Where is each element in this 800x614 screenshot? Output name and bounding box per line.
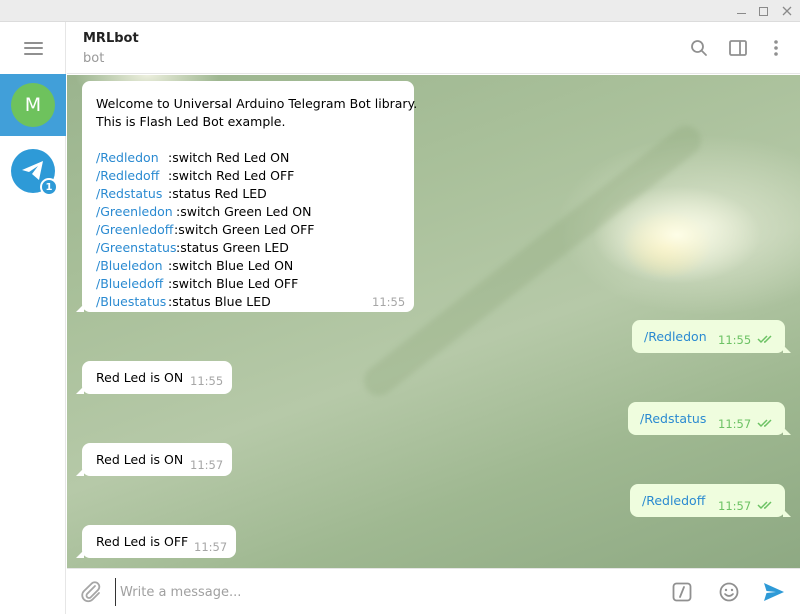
side-panel-icon	[729, 40, 747, 56]
command-row: /Greenledoff:switch Green Led OFF	[96, 221, 400, 239]
close-button[interactable]	[776, 0, 798, 22]
message-text: Welcome to Universal Arduino Telegram Bo…	[96, 96, 418, 111]
incoming-message[interactable]: Red Led is ON 11:57	[76, 443, 232, 476]
command-description: :switch Blue Led ON	[168, 258, 294, 273]
message-time: 11:57	[718, 499, 752, 513]
more-options-button[interactable]	[764, 36, 788, 60]
slash-command-icon	[672, 582, 692, 602]
double-check-icon	[757, 501, 772, 510]
chat-status: bot	[83, 51, 105, 66]
command-row: /Redstatus:status Red LED	[96, 185, 400, 203]
message-history[interactable]: Welcome to Universal Arduino Telegram Bo…	[67, 75, 800, 568]
command-link[interactable]: /Greenstatus	[96, 239, 176, 257]
more-vertical-icon	[774, 40, 778, 56]
chat-list-sidebar: M 1	[0, 22, 66, 614]
avatar: M	[11, 83, 55, 127]
main-menu-button[interactable]	[0, 22, 66, 74]
command-row: /Redledon:switch Red Led ON	[96, 149, 400, 167]
message-time: 11:57	[718, 417, 752, 431]
emoji-button[interactable]	[717, 580, 741, 604]
minimize-button[interactable]	[730, 0, 752, 22]
search-button[interactable]	[687, 36, 711, 60]
message-text: Red Led is OFF	[96, 534, 189, 549]
command-row: /Greenstatus:status Green LED	[96, 239, 400, 257]
paperclip-icon	[81, 581, 101, 603]
outgoing-message[interactable]: /Redledoff 11:57	[630, 484, 791, 517]
command-description: :status Green LED	[176, 240, 289, 255]
command-link[interactable]: /Bluestatus	[96, 293, 168, 311]
minimize-icon	[736, 12, 746, 14]
outgoing-message[interactable]: /Redstatus 11:57	[628, 402, 791, 435]
window-title-bar	[0, 0, 800, 22]
command-link[interactable]: /Blueledoff	[96, 275, 168, 293]
command-description: :switch Red Led ON	[168, 150, 290, 165]
incoming-message-welcome[interactable]: Welcome to Universal Arduino Telegram Bo…	[76, 81, 418, 312]
command-row: /Redledoff:switch Red Led OFF	[96, 167, 400, 185]
message-text: Red Led is ON	[96, 370, 184, 385]
send-icon	[764, 583, 784, 601]
message-time: 11:55	[372, 295, 406, 309]
telegram-icon	[22, 161, 43, 180]
message-text[interactable]: /Redledoff	[642, 492, 705, 510]
chat-header: MRLbot bot	[67, 22, 800, 74]
unread-badge: 1	[40, 178, 58, 196]
message-text: This is Flash Led Bot example.	[96, 114, 286, 129]
message-text: Red Led is ON	[96, 452, 184, 467]
command-description: :switch Red Led OFF	[168, 168, 295, 183]
info-panel-button[interactable]	[726, 36, 750, 60]
message-text[interactable]: /Redledon	[644, 328, 707, 346]
search-icon	[691, 40, 707, 56]
incoming-message[interactable]: Red Led is ON 11:55	[76, 361, 232, 394]
command-link[interactable]: /Redledon	[96, 149, 168, 167]
command-link[interactable]: /Greenledoff	[96, 221, 174, 239]
command-description: :status Red LED	[168, 186, 267, 201]
message-time: 11:57	[190, 458, 224, 472]
command-description: :switch Blue Led OFF	[168, 276, 299, 291]
chat-title[interactable]: MRLbot	[83, 31, 139, 46]
chat-item-telegram[interactable]: 1	[0, 140, 66, 202]
command-row: /Blueledoff:switch Blue Led OFF	[96, 275, 400, 293]
command-link[interactable]: /Redstatus	[96, 185, 168, 203]
maximize-icon	[758, 6, 768, 16]
avatar-initial: M	[24, 94, 42, 116]
bot-commands-button[interactable]	[670, 580, 694, 604]
command-link[interactable]: /Greenledon	[96, 203, 176, 221]
emoji-icon	[719, 582, 739, 602]
hamburger-icon	[23, 41, 43, 55]
double-check-icon	[757, 419, 772, 428]
message-time: 11:57	[194, 540, 228, 554]
command-description: :switch Green Led ON	[176, 204, 312, 219]
message-time: 11:55	[190, 374, 224, 388]
close-icon	[782, 6, 792, 16]
incoming-message[interactable]: Red Led is OFF 11:57	[76, 525, 236, 558]
outgoing-message[interactable]: /Redledon 11:55	[632, 320, 791, 353]
command-description: :status Blue LED	[168, 294, 271, 309]
command-row: /Greenledon:switch Green Led ON	[96, 203, 400, 221]
message-input[interactable]	[115, 578, 655, 606]
command-row: /Bluestatus:status Blue LED	[96, 293, 400, 311]
message-time: 11:55	[718, 333, 752, 347]
avatar: 1	[11, 149, 58, 196]
command-list: /Redledon:switch Red Led ON/Redledoff:sw…	[96, 149, 400, 311]
command-description: :switch Green Led OFF	[174, 222, 315, 237]
send-button[interactable]	[762, 580, 786, 604]
maximize-button[interactable]	[752, 0, 774, 22]
chat-item-mrlbot[interactable]: M	[0, 74, 66, 136]
command-row: /Blueledon:switch Blue Led ON	[96, 257, 400, 275]
attach-button[interactable]	[79, 580, 103, 604]
command-link[interactable]: /Blueledon	[96, 257, 168, 275]
message-text[interactable]: /Redstatus	[640, 410, 706, 428]
message-composer	[67, 568, 800, 614]
command-link[interactable]: /Redledoff	[96, 167, 168, 185]
double-check-icon	[757, 335, 772, 344]
